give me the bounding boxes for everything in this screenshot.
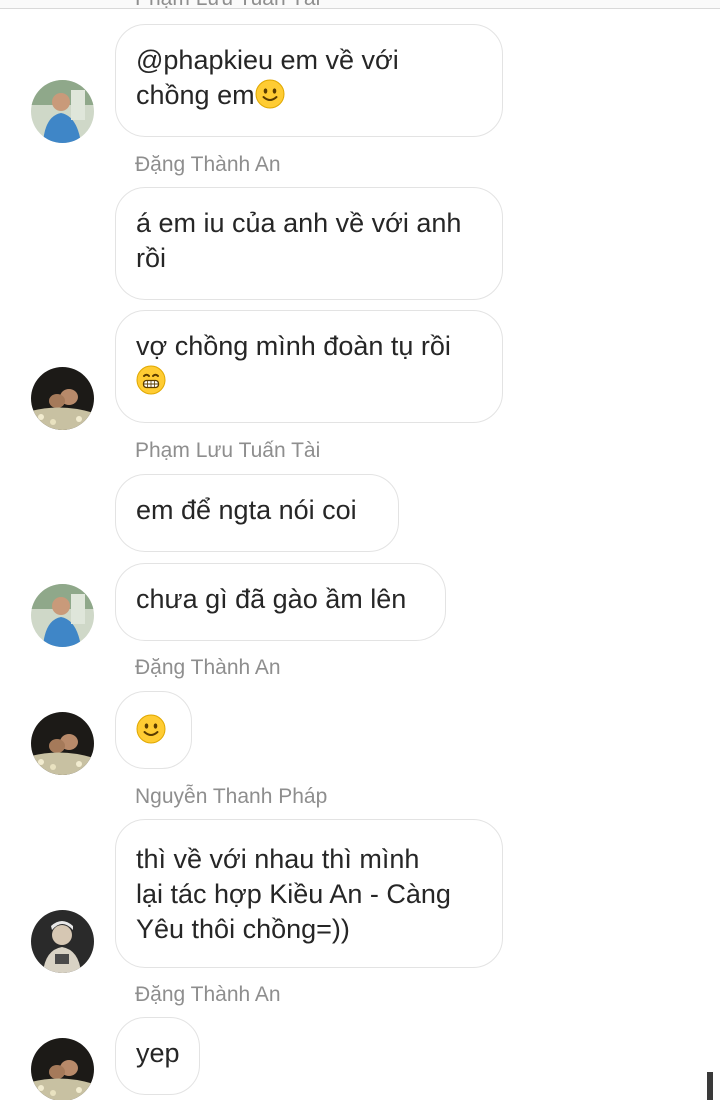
avatar-blue-shirt[interactable]: [31, 80, 94, 143]
sender-name-cut-off: Phạm Lưu Tuấn Tài: [135, 0, 320, 11]
sender-name: Phạm Lưu Tuấn Tài: [135, 439, 321, 462]
message-text: á em iu của anh về với anh rồi: [136, 208, 462, 273]
slight-smile-icon: [136, 714, 166, 744]
top-divider: [0, 0, 720, 9]
message-bubble[interactable]: chưa gì đã gào ầm lên: [115, 563, 446, 641]
grin-icon: [136, 365, 166, 395]
avatar-dark-couple[interactable]: [31, 712, 94, 775]
message-bubble[interactable]: vợ chồng mình đoàn tụ rồi: [115, 310, 503, 423]
avatar-grey-portrait[interactable]: [31, 910, 94, 973]
message-bubble[interactable]: [115, 691, 192, 769]
sender-name: Đặng Thành An: [135, 153, 281, 176]
sender-name: Đặng Thành An: [135, 656, 281, 679]
message-text: thì về với nhau thì mình lại tác hợp Kiề…: [136, 844, 451, 944]
chat-thread-screen: Phạm Lưu Tuấn Tài @phapkieu em về với ch…: [0, 0, 720, 1100]
message-bubble[interactable]: á em iu của anh về với anh rồi: [115, 187, 503, 300]
message-text: yep: [136, 1038, 180, 1068]
sender-name: Đặng Thành An: [135, 983, 281, 1006]
message-text: chưa gì đã gào ầm lên: [136, 584, 407, 614]
slight-smile-icon: [255, 79, 285, 109]
message-bubble[interactable]: @phapkieu em về với chồng em: [115, 24, 503, 137]
avatar-dark-couple[interactable]: [31, 367, 94, 430]
avatar-dark-couple[interactable]: [31, 1038, 94, 1100]
message-bubble[interactable]: yep: [115, 1017, 200, 1095]
message-text: em để ngta nói coi: [136, 495, 357, 525]
avatar-blue-shirt[interactable]: [31, 584, 94, 647]
scrollbar-thumb[interactable]: [707, 1072, 713, 1100]
message-bubble[interactable]: em để ngta nói coi: [115, 474, 399, 552]
message-bubble[interactable]: thì về với nhau thì mình lại tác hợp Kiề…: [115, 819, 503, 968]
message-text: vợ chồng mình đoàn tụ rồi: [136, 331, 451, 361]
sender-name: Nguyễn Thanh Pháp: [135, 785, 328, 808]
